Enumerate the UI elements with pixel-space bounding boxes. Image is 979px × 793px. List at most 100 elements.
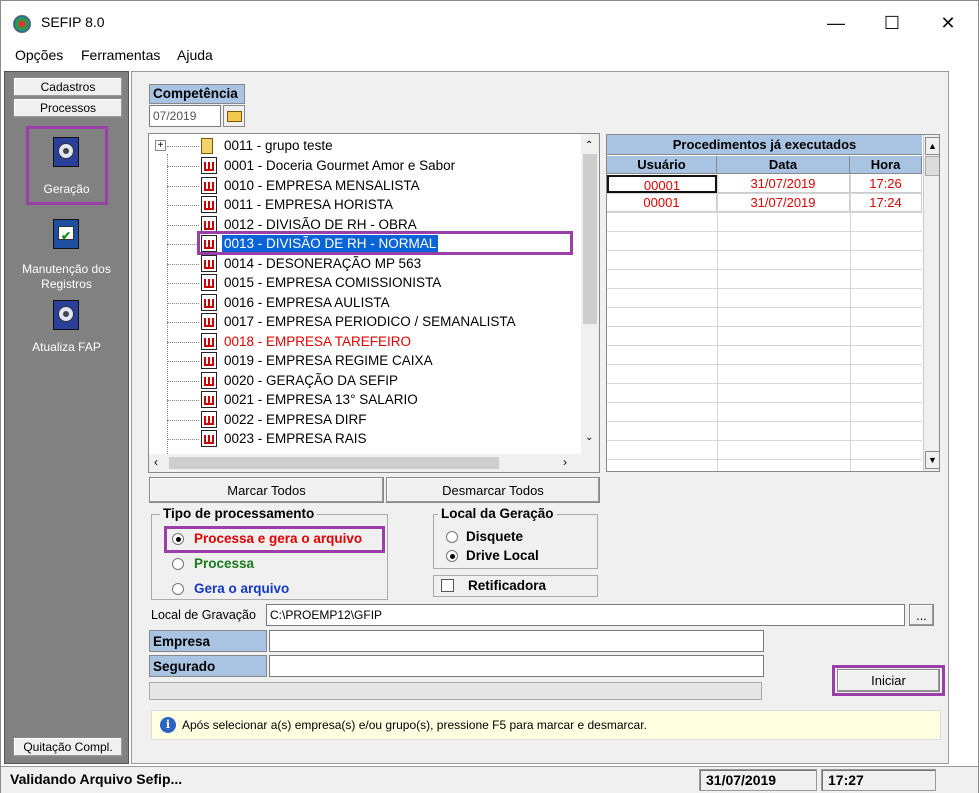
processos-button[interactable]: Processos (13, 98, 123, 118)
manutencao-label[interactable]: Manutenção dos Registros (5, 262, 128, 292)
tree-item-row[interactable]: 0017 - EMPRESA PERIODICO / SEMANALISTA (149, 312, 569, 332)
label-gera-arquivo[interactable]: Gera o arquivo (194, 581, 289, 596)
tree-item-row[interactable]: 0023 - EMPRESA RAIS (149, 429, 569, 449)
radio-processa[interactable] (172, 558, 184, 570)
grid-down-icon[interactable]: ▼ (925, 451, 939, 469)
factory-icon (201, 215, 217, 233)
tree-item-row[interactable]: 0010 - EMPRESA MENSALISTA (149, 176, 569, 196)
maximize-button[interactable]: ☐ (864, 1, 920, 45)
window-title: SEFIP 8.0 (41, 14, 105, 30)
tree-horizontal-scrollbar[interactable]: ‹ › (149, 454, 599, 472)
factory-icon (201, 157, 217, 174)
atualiza-fap-label[interactable]: Atualiza FAP (5, 340, 128, 355)
competencia-input[interactable]: 07/2019 (149, 105, 221, 127)
factory-icon (201, 254, 217, 272)
tree-item-row[interactable]: 0015 - EMPRESA COMISSIONISTA (149, 273, 569, 293)
grid-up-icon[interactable]: ▲ (925, 137, 939, 155)
hscroll-thumb[interactable] (169, 457, 499, 469)
segurado-label: Segurado (149, 655, 267, 677)
manutencao-icon[interactable]: ✔ (49, 217, 83, 253)
retificadora-checkbox[interactable] (441, 579, 454, 592)
tree-item-label: 0021 - EMPRESA 13° SALARIO (224, 392, 418, 407)
grid-line (607, 421, 922, 422)
factory-icon (201, 196, 217, 213)
desmarcar-todos-button[interactable]: Desmarcar Todos (386, 477, 600, 503)
retificadora-label[interactable]: Retificadora (468, 578, 546, 593)
label-drive-local[interactable]: Drive Local (466, 548, 539, 563)
tree-item-row[interactable]: 0001 - Doceria Gourmet Amor e Sabor (149, 156, 569, 176)
radio-disquete[interactable] (446, 531, 458, 543)
tree-trunk-line (167, 154, 168, 454)
col-data: Data (717, 156, 850, 174)
grid-cell[interactable]: 31/07/2019 (717, 194, 850, 212)
grid-cell[interactable]: 00001 (607, 194, 717, 212)
progress-bar (149, 682, 762, 700)
tree-item-row[interactable]: 0014 - DESONERAÇÃO MP 563 (149, 254, 569, 274)
info-icon: i (160, 717, 176, 733)
expand-icon[interactable]: + (155, 140, 166, 151)
geracao-label[interactable]: Geração (5, 182, 128, 197)
tree-item-row[interactable]: 0016 - EMPRESA AULISTA (149, 293, 569, 313)
iniciar-button[interactable]: Iniciar (837, 669, 940, 692)
grid-cell[interactable]: 00001 (607, 175, 717, 193)
status-bar: Validando Arquivo Sefip... 31/07/2019 17… (1, 766, 978, 793)
grid-cell[interactable]: 31/07/2019 (717, 175, 850, 193)
empresa-tree[interactable]: + 0011 - grupo teste 0001 - Doceria Gour… (148, 133, 600, 473)
tree-item-label: 0012 - DIVISÃO DE RH - OBRA (224, 216, 417, 232)
factory-icon (201, 352, 217, 369)
radio-gera-arquivo[interactable] (172, 583, 184, 595)
scroll-thumb[interactable] (583, 154, 597, 324)
grid-cell[interactable]: 17:24 (850, 194, 922, 212)
marcar-todos-button[interactable]: Marcar Todos (149, 477, 384, 503)
cadastros-button[interactable]: Cadastros (13, 77, 123, 97)
tree-item-row[interactable]: 0021 - EMPRESA 13° SALARIO (149, 390, 569, 410)
atualiza-fap-icon[interactable] (49, 298, 83, 334)
grid-line (607, 440, 922, 441)
status-date: 31/07/2019 (699, 769, 817, 791)
menu-opcoes[interactable]: Opções (15, 47, 63, 63)
tree-item-label: 0023 - EMPRESA RAIS (224, 431, 367, 446)
left-toolbar: Cadastros Processos Geração ✔ Manutenção… (4, 71, 129, 764)
tree-item-label: 0010 - EMPRESA MENSALISTA (224, 177, 420, 193)
tree-item-row[interactable]: 0020 - GERAÇÃO DA SEFIP (149, 371, 569, 391)
factory-icon (201, 293, 217, 311)
scroll-down-icon[interactable]: ⌄ (585, 432, 593, 443)
menu-ajuda[interactable]: Ajuda (177, 47, 213, 63)
open-folder-icon[interactable] (223, 105, 245, 127)
status-time: 17:27 (821, 769, 936, 791)
grid-cell[interactable]: 17:26 (850, 175, 922, 193)
info-bar: i Após selecionar a(s) empresa(s) e/ou g… (151, 710, 941, 740)
menu-ferramentas[interactable]: Ferramentas (81, 47, 160, 63)
browse-button[interactable]: ... (909, 604, 934, 626)
tree-item-row[interactable]: 0022 - EMPRESA DIRF (149, 410, 569, 430)
grid-thumb[interactable] (925, 156, 939, 176)
tree-item-row[interactable]: 0011 - EMPRESA HORISTA (149, 195, 569, 215)
radio-processa-gera[interactable] (172, 533, 184, 545)
info-text: Após selecionar a(s) empresa(s) e/ou gru… (182, 718, 647, 732)
geracao-icon[interactable] (49, 135, 83, 171)
label-disquete[interactable]: Disquete (466, 529, 523, 544)
minimize-button[interactable]: — (808, 1, 864, 45)
tree-vertical-scrollbar[interactable]: ⌃ ⌄ (581, 134, 599, 454)
scroll-right-icon[interactable]: › (563, 455, 567, 469)
tree-group-row[interactable]: + 0011 - grupo teste (149, 136, 569, 156)
group-icon (201, 138, 213, 154)
local-title: Local da Geração (438, 506, 557, 521)
scroll-left-icon[interactable]: ‹ (154, 455, 158, 469)
tree-item-row[interactable]: 0018 - EMPRESA TAREFEIRO (149, 332, 569, 352)
local-gravacao-input[interactable]: C:\PROEMP12\GFIP (266, 604, 905, 626)
scroll-up-icon[interactable]: ⌃ (585, 140, 593, 151)
label-processa-gera[interactable]: Processa e gera o arquivo (194, 531, 362, 546)
tree-item-label: 0020 - GERAÇÃO DA SEFIP (224, 372, 399, 388)
close-button[interactable]: ✕ (920, 1, 976, 45)
grid-line (607, 364, 922, 365)
col-usuario: Usuário (607, 156, 717, 174)
radio-drive-local[interactable] (446, 550, 458, 562)
label-processa[interactable]: Processa (194, 556, 254, 571)
tree-item-row[interactable]: 0019 - EMPRESA REGIME CAIXA (149, 351, 569, 371)
grid-scrollbar[interactable]: ▲ ▼ (923, 135, 939, 471)
procedimentos-grid[interactable]: Procedimentos já executados Usuário Data… (606, 134, 940, 472)
quitacao-button[interactable]: Quitação Compl. (13, 737, 123, 757)
competencia-label: Competência (149, 84, 245, 104)
factory-icon (201, 430, 217, 447)
